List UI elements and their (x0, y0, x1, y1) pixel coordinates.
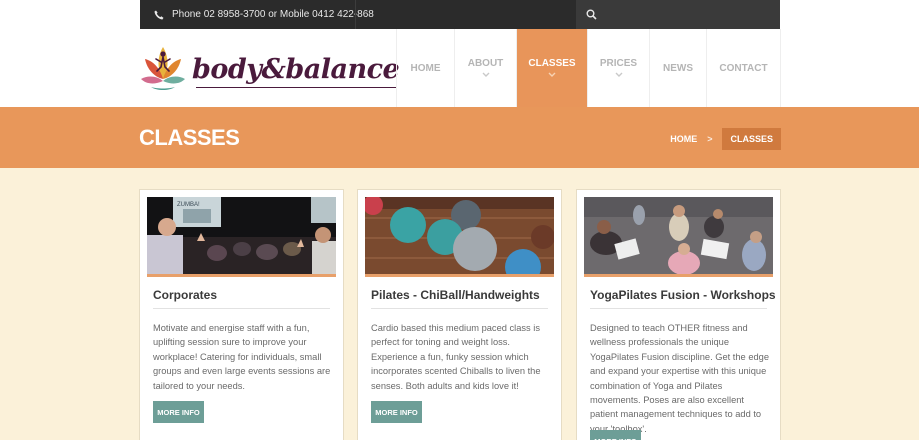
card-image-pilates[interactable] (365, 197, 554, 274)
nav-classes[interactable]: CLASSES (516, 29, 587, 107)
site-header: body&balance HOME ABOUT CLASSES PRICES N… (0, 29, 919, 107)
corporate-event-photo: ZUMBA! (147, 197, 336, 274)
chevron-down-icon (615, 72, 622, 77)
card-image-yogapilates[interactable] (584, 197, 773, 274)
nav-contact[interactable]: CONTACT (706, 29, 781, 107)
top-divider (355, 0, 356, 29)
chevron-down-icon (482, 72, 489, 77)
nav-contact-label: CONTACT (719, 62, 768, 74)
card-image-accent (147, 274, 336, 277)
card-divider (590, 308, 767, 309)
more-info-button[interactable]: MORE INFO (153, 401, 204, 423)
nav-prices[interactable]: PRICES (587, 29, 649, 107)
chevron-down-icon (548, 72, 556, 77)
card-image-accent (584, 274, 773, 277)
nav-classes-label: CLASSES (528, 58, 576, 69)
page-title-band: CLASSES HOME > CLASSES (0, 107, 919, 168)
zumba-screen-text: ZUMBA! (177, 202, 200, 208)
yoga-workshop-photo (584, 197, 773, 274)
phone-contact: Phone 02 8958-3700 or Mobile 0412 422-86… (154, 0, 374, 29)
card-title[interactable]: Corporates (153, 288, 217, 302)
breadcrumb-home[interactable]: HOME (670, 134, 697, 144)
breadcrumb-separator: > (707, 134, 713, 144)
card-title[interactable]: Pilates - ChiBall/Handweights (371, 288, 540, 302)
card-divider (371, 308, 548, 309)
card-description: Motivate and energise staff with a fun, … (153, 323, 331, 391)
main-nav: HOME ABOUT CLASSES PRICES NEWS CONTACT (396, 29, 781, 107)
more-info-button[interactable]: MORE INFO (590, 430, 641, 440)
card-title[interactable]: YogaPilates Fusion - Workshops (590, 288, 776, 302)
nav-news[interactable]: NEWS (649, 29, 706, 107)
nav-news-label: NEWS (663, 62, 693, 74)
breadcrumb-current: CLASSES (722, 128, 781, 150)
card-divider (153, 308, 330, 309)
card-description: Cardio based this medium paced class is … (371, 323, 541, 391)
class-card-corporates: ZUMBA! Corporates Motivate and energise … (139, 189, 344, 440)
breadcrumb: HOME > CLASSES (670, 128, 781, 150)
nav-about[interactable]: ABOUT (454, 29, 516, 107)
more-info-button[interactable]: MORE INFO (371, 401, 422, 423)
nav-home-label: HOME (410, 62, 441, 74)
pilates-balls-photo (365, 197, 554, 274)
lotus-logo-icon (141, 47, 185, 90)
card-image-accent (365, 274, 554, 277)
class-card-yogapilates: YogaPilates Fusion - Workshops Designed … (576, 189, 781, 440)
search-box[interactable] (576, 0, 780, 29)
page-title: CLASSES (139, 125, 240, 150)
top-bar: Phone 02 8958-3700 or Mobile 0412 422-86… (0, 0, 919, 29)
card-description: Designed to teach OTHER fitness and well… (590, 323, 769, 434)
phone-icon (154, 10, 164, 19)
logo-text: body&balance (192, 53, 400, 88)
top-bar-inner: Phone 02 8958-3700 or Mobile 0412 422-86… (140, 0, 780, 29)
nav-home[interactable]: HOME (396, 29, 454, 107)
search-icon[interactable] (586, 9, 597, 20)
site-logo[interactable]: body&balance (140, 43, 400, 95)
class-card-pilates: Pilates - ChiBall/Handweights Cardio bas… (357, 189, 562, 440)
phone-text: Phone 02 8958-3700 or Mobile 0412 422-86… (172, 9, 374, 20)
nav-about-label: ABOUT (467, 58, 504, 69)
nav-prices-label: PRICES (599, 58, 638, 69)
card-image-corporates[interactable]: ZUMBA! (147, 197, 336, 274)
